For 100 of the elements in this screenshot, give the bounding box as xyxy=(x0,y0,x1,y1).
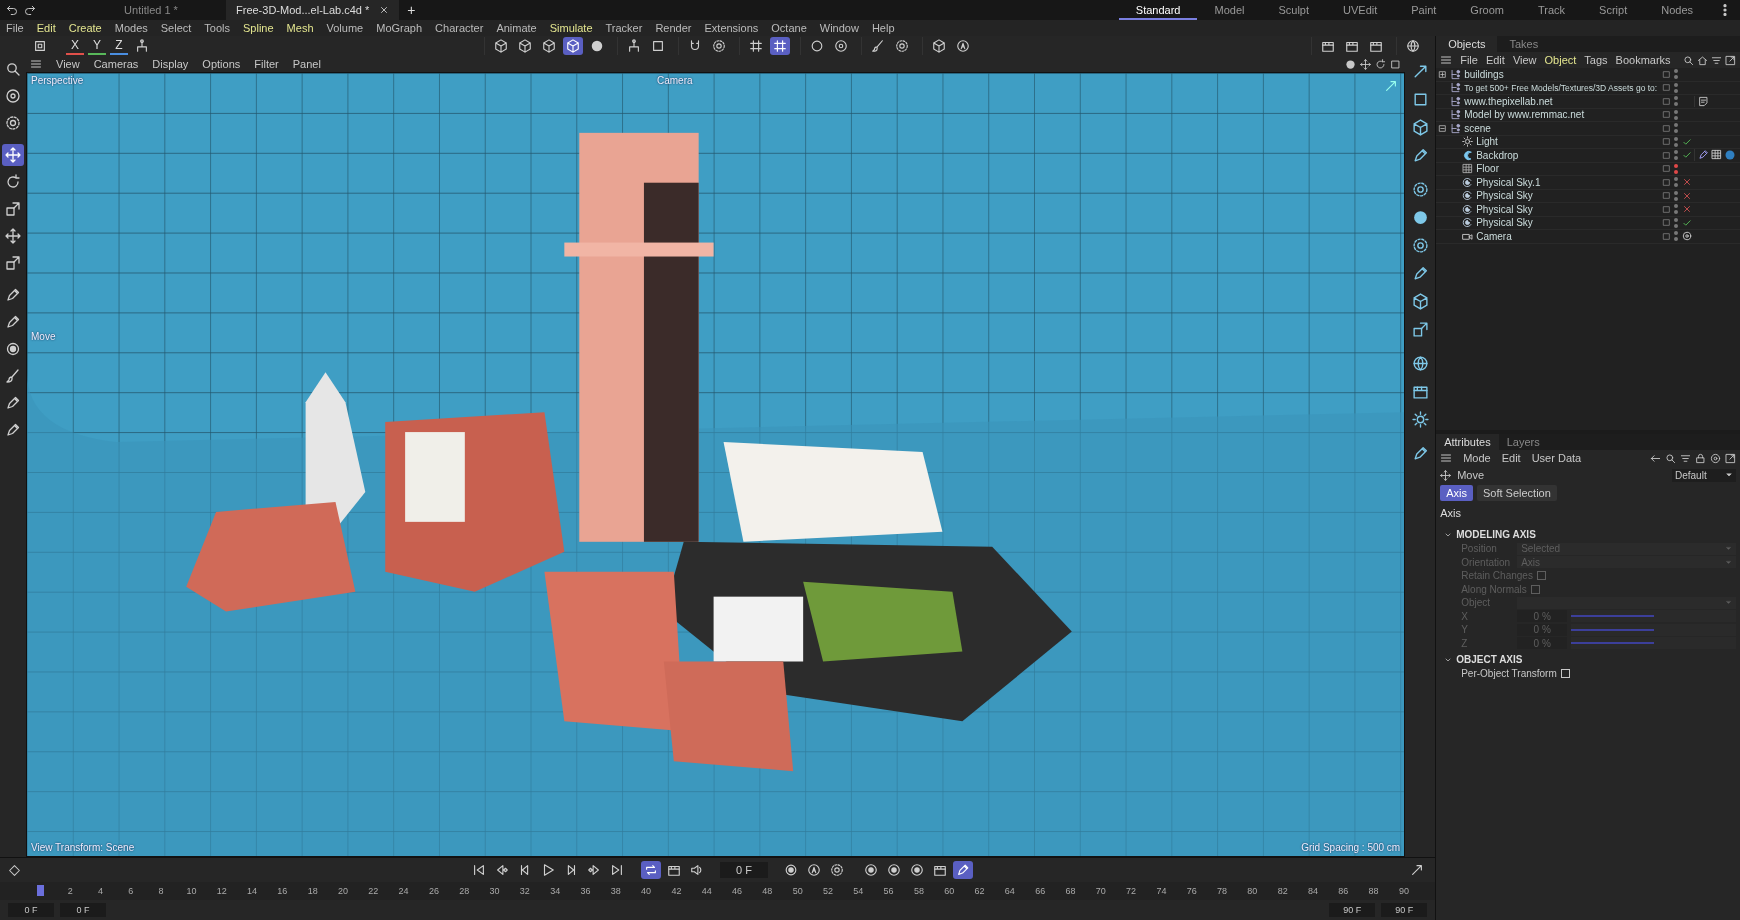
menu-item[interactable]: View xyxy=(56,58,80,70)
menu-item[interactable]: Spline xyxy=(243,22,274,34)
panel-tab[interactable]: Attributes xyxy=(1436,434,1499,450)
object-row[interactable]: Physical Sky xyxy=(1436,216,1740,230)
frame-tick-label: 20 xyxy=(336,885,349,898)
workspace-tab[interactable]: Nodes xyxy=(1644,0,1710,20)
workspace-tab[interactable]: Standard xyxy=(1118,0,1198,20)
axis-lock-button[interactable]: X xyxy=(66,37,84,55)
object-row[interactable]: www.thepixellab.net xyxy=(1436,95,1740,109)
menu-item[interactable]: Help xyxy=(871,22,895,34)
menu-item[interactable]: Character xyxy=(435,22,484,34)
frame-tick-label: 84 xyxy=(1306,885,1319,898)
frame-tick-label: 44 xyxy=(700,885,713,898)
frame-tick-label: 42 xyxy=(670,885,683,898)
frame-tick-label: 8 xyxy=(157,885,165,898)
end-frame-field[interactable]: 90 F xyxy=(1381,903,1428,917)
object-row[interactable]: Model by www.remmac.net xyxy=(1436,108,1740,122)
start-frame-field[interactable]: 0 F xyxy=(8,903,54,917)
menu-item[interactable]: Edit xyxy=(36,22,56,34)
menu-item[interactable]: Panel xyxy=(292,58,321,70)
frame-tick-label: 64 xyxy=(1003,885,1016,898)
frame-tick-label: 82 xyxy=(1276,885,1289,898)
workspace-tab[interactable]: Groom xyxy=(1453,0,1521,20)
menu-item[interactable]: User Data xyxy=(1531,452,1582,464)
menu-item[interactable]: Extensions xyxy=(704,22,759,34)
preview-end-field[interactable]: 90 F xyxy=(1329,903,1376,917)
menu-item[interactable]: Options xyxy=(202,58,241,70)
object-row[interactable]: To get 500+ Free Models/Textures/3D Assets go to: xyxy=(1436,81,1740,95)
tool-name: Move xyxy=(1457,469,1485,481)
frame-tick-label: 14 xyxy=(246,885,259,898)
menu-item[interactable]: Tracker xyxy=(605,22,643,34)
panel-tab[interactable]: Objects xyxy=(1436,36,1498,52)
frame-tick-label: 12 xyxy=(215,885,228,898)
page-tab[interactable]: Axis xyxy=(1440,485,1473,501)
frame-tick-label: 80 xyxy=(1246,885,1259,898)
menu-item[interactable]: File xyxy=(1460,54,1478,66)
tool-label: Move xyxy=(31,331,56,342)
frame-tick-label: 76 xyxy=(1185,885,1198,898)
menu-item[interactable]: Create xyxy=(68,22,102,34)
menu-item[interactable]: Tools xyxy=(204,22,231,34)
menu-item[interactable]: Bookmarks xyxy=(1615,54,1671,66)
menu-item[interactable]: Object xyxy=(1544,54,1577,66)
field-label: Per-Object Transform xyxy=(1461,668,1557,680)
workspace-tab[interactable]: Model xyxy=(1197,0,1262,20)
new-tab-button[interactable]: + xyxy=(399,0,424,20)
workspace-tab[interactable]: Script xyxy=(1582,0,1645,20)
workspace-tab[interactable]: Paint xyxy=(1394,0,1454,20)
object-name: Physical Sky xyxy=(1476,203,1533,215)
object-row[interactable]: Physical Sky.1 xyxy=(1436,176,1740,190)
workspace-tab[interactable]: UVEdit xyxy=(1326,0,1395,20)
menu-item[interactable]: Select xyxy=(160,22,192,34)
menu-item[interactable]: Render xyxy=(655,22,692,34)
workspace-tab[interactable]: Sculpt xyxy=(1261,0,1327,20)
menu-item[interactable]: Mode xyxy=(1463,452,1491,464)
axis-lock-button[interactable]: Z xyxy=(110,37,128,55)
object-row[interactable]: Backdrop xyxy=(1436,149,1740,163)
menu-item[interactable]: Modes xyxy=(114,22,148,34)
menu-item[interactable]: Volume xyxy=(326,22,364,34)
page-tab[interactable]: Soft Selection xyxy=(1476,485,1557,501)
object-row[interactable]: Physical Sky xyxy=(1436,203,1740,217)
menu-item[interactable]: Mesh xyxy=(286,22,314,34)
menu-item[interactable]: Display xyxy=(152,58,189,70)
frame-tick-label: 40 xyxy=(640,885,653,898)
object-row[interactable]: Light xyxy=(1436,135,1740,149)
frame-tick-label: 70 xyxy=(1094,885,1107,898)
frame-tick-label: 26 xyxy=(427,885,440,898)
object-name: Light xyxy=(1476,136,1498,148)
axis-lock-button[interactable]: Y xyxy=(88,37,106,55)
preset-dropdown[interactable]: Default xyxy=(1672,468,1736,482)
menu-item[interactable]: Edit xyxy=(1485,54,1505,66)
object-row[interactable]: buildings xyxy=(1436,68,1740,82)
menu-item[interactable]: View xyxy=(1512,54,1537,66)
workspace-tab[interactable]: Track xyxy=(1521,0,1583,20)
frame-tick-label: 16 xyxy=(276,885,289,898)
group-title: MODELING AXIS xyxy=(1456,529,1536,540)
preview-start-field[interactable]: 0 F xyxy=(60,903,106,917)
frame-tick-label: 68 xyxy=(1064,885,1077,898)
document-tab[interactable]: Untitled 1 * xyxy=(76,0,226,20)
document-tab[interactable]: Free-3D-Mod...el-Lab.c4d * xyxy=(226,0,400,20)
menu-item[interactable]: Animate xyxy=(496,22,537,34)
menu-item[interactable]: Octane xyxy=(771,22,807,34)
object-row[interactable]: Floor xyxy=(1436,162,1740,176)
menu-item[interactable]: Filter xyxy=(254,58,279,70)
menu-item[interactable]: Edit xyxy=(1501,452,1521,464)
panel-tab[interactable]: Takes xyxy=(1497,36,1551,52)
object-row[interactable]: Physical Sky xyxy=(1436,189,1740,203)
object-name: Physical Sky xyxy=(1476,217,1533,229)
frame-field[interactable]: 0 F xyxy=(720,862,768,878)
field-label: Position xyxy=(1461,543,1498,555)
menu-item[interactable]: Cameras xyxy=(93,58,139,70)
object-row[interactable]: Camera xyxy=(1436,230,1740,244)
menu-item[interactable]: Simulate xyxy=(549,22,593,34)
panel-tab[interactable]: Layers xyxy=(1498,434,1548,450)
menu-item[interactable]: Window xyxy=(819,22,859,34)
object-row[interactable]: scene xyxy=(1436,122,1740,136)
menu-item[interactable]: File xyxy=(6,22,24,34)
frame-tick-label: 72 xyxy=(1125,885,1138,898)
menu-item[interactable]: MoGraph xyxy=(376,22,423,34)
group-title: OBJECT AXIS xyxy=(1456,654,1523,665)
menu-item[interactable]: Tags xyxy=(1584,54,1608,66)
